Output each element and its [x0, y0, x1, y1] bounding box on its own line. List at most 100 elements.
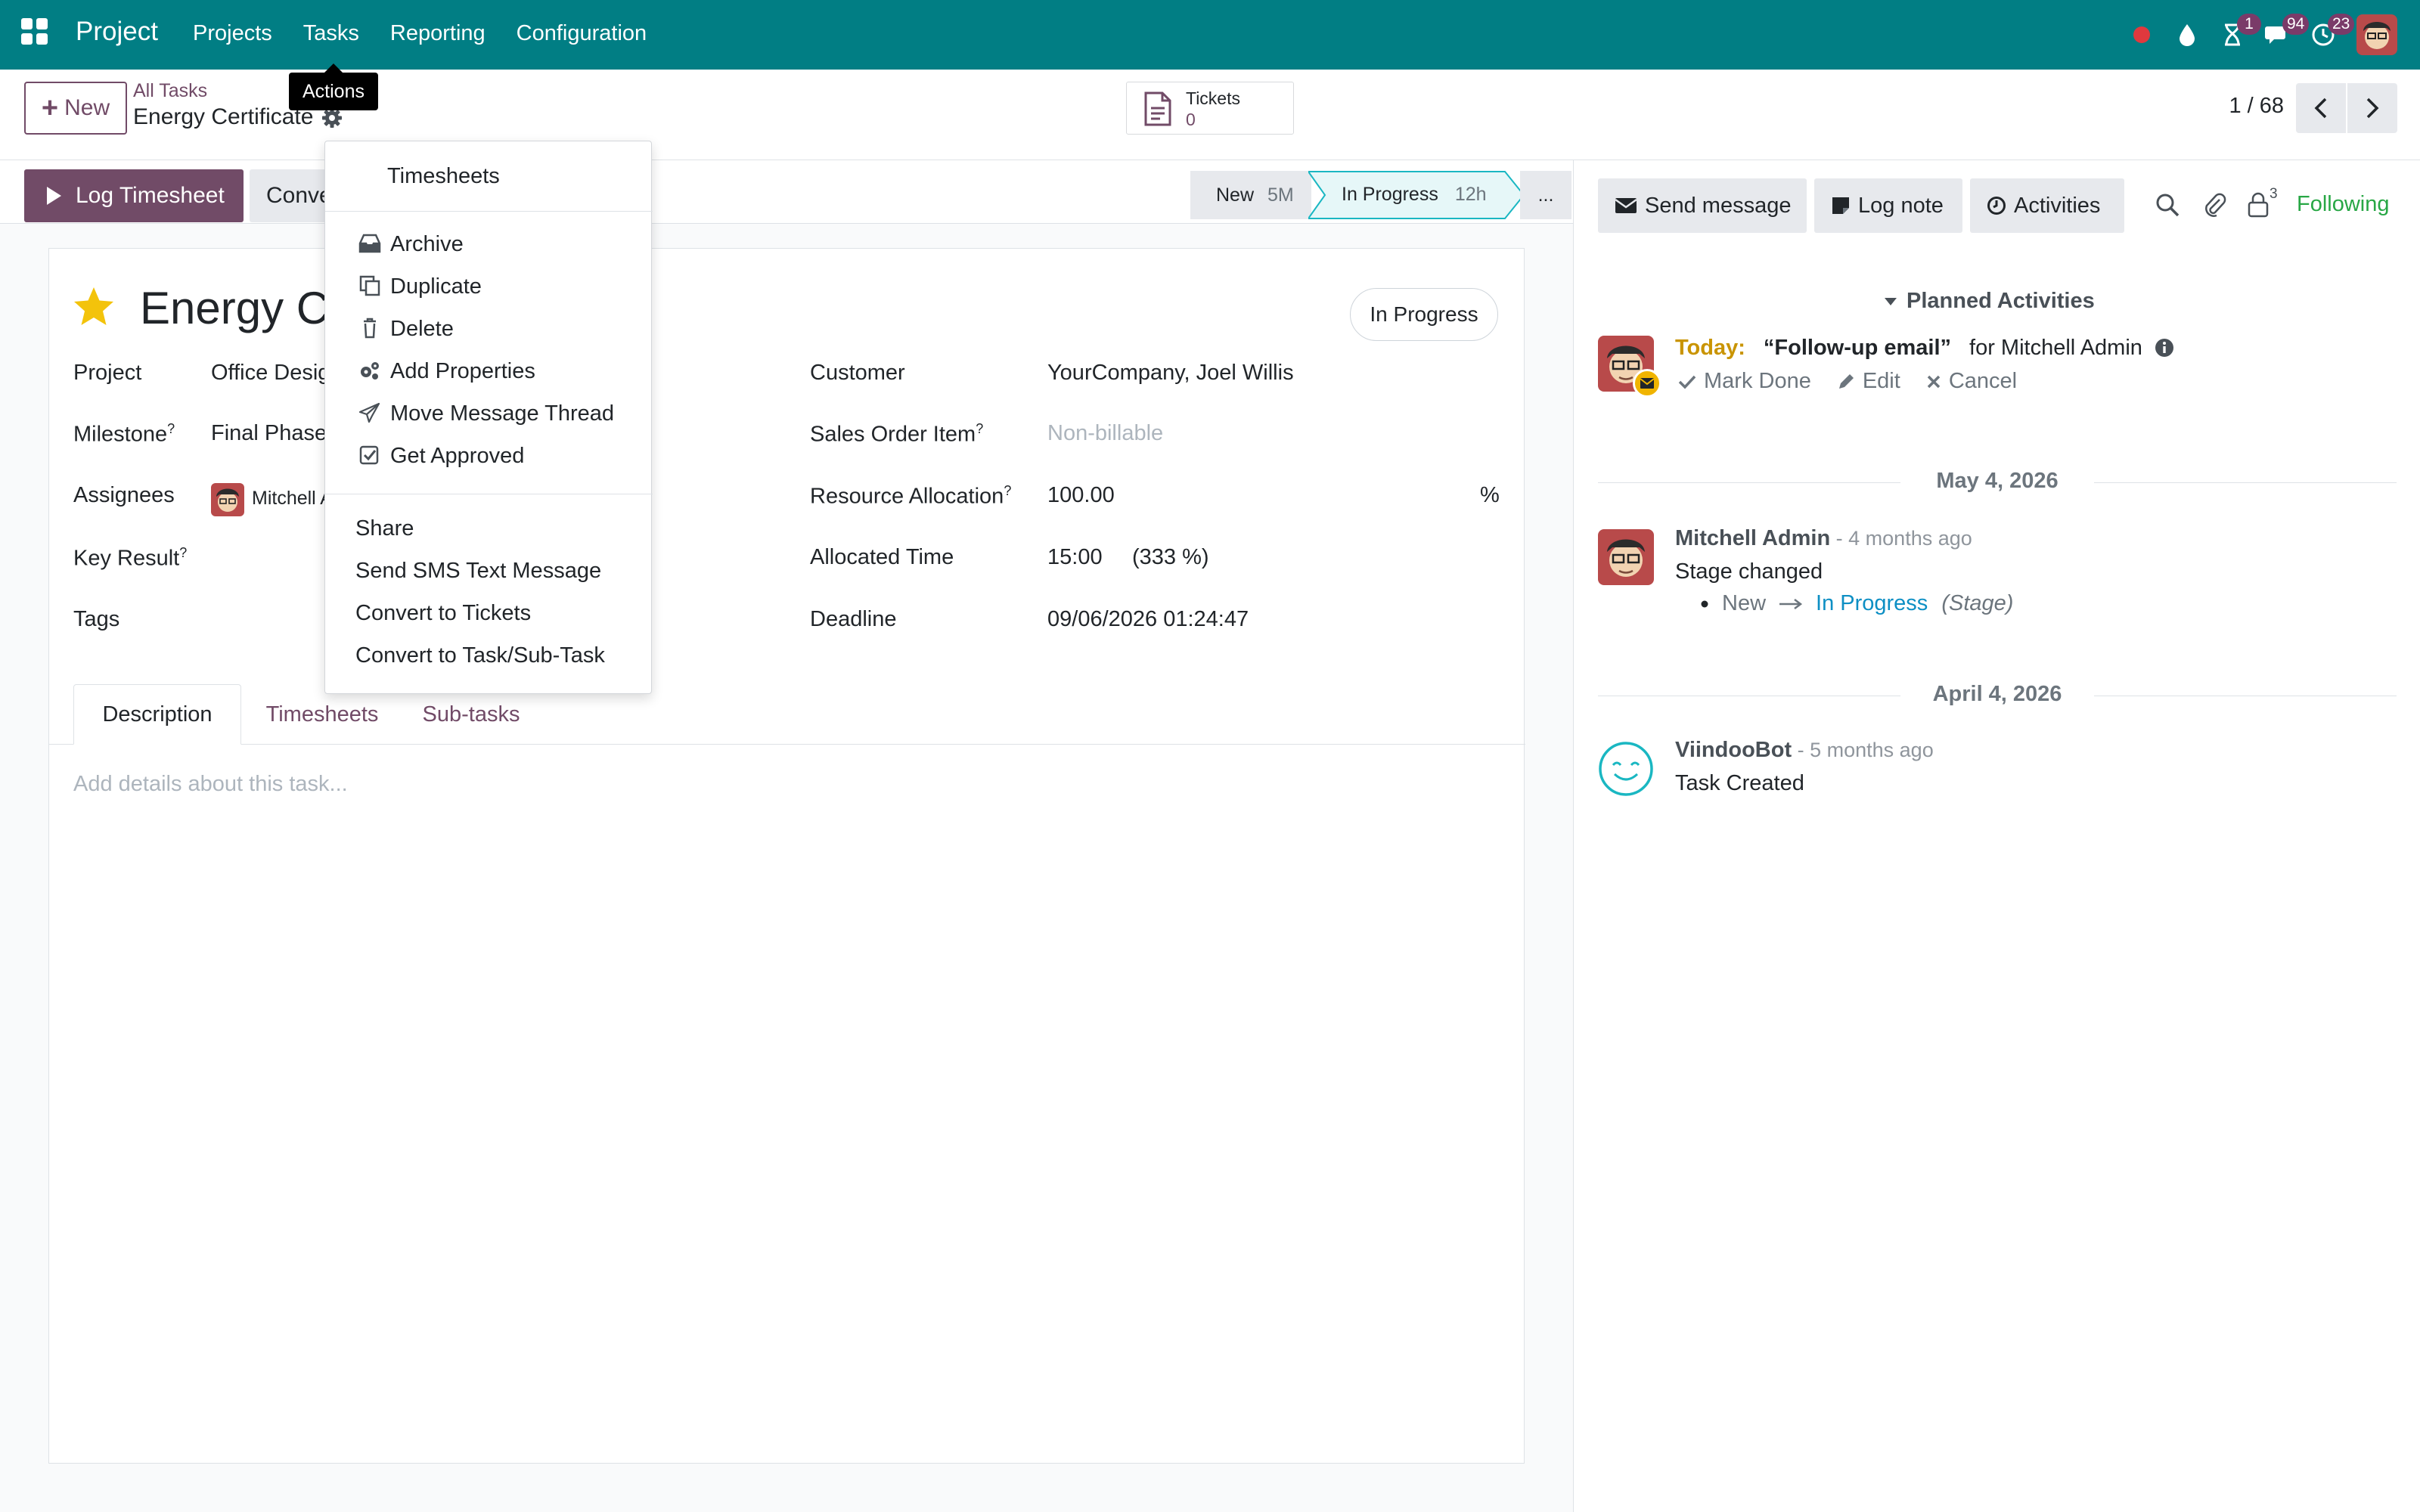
message-author-avatar[interactable] [1598, 529, 1654, 585]
actions-tooltip: Actions [289, 73, 378, 110]
cancel-activity-button[interactable]: Cancel [1926, 369, 2017, 394]
resource-allocation-value[interactable]: 100.00 [1047, 483, 1115, 508]
menu-item-move-message-thread[interactable]: Move Message Thread [325, 392, 653, 433]
menu-item-label: Convert to Task/Sub-Task [355, 643, 605, 668]
planned-activities-toggle[interactable]: Planned Activities [1884, 289, 2095, 314]
menu-item-duplicate[interactable]: Duplicate [325, 265, 653, 306]
log-timesheet-button[interactable]: Log Timesheet [24, 169, 244, 222]
email-activity-icon [1633, 369, 1661, 398]
edit-activity-button[interactable]: Edit [1837, 369, 1900, 394]
help-mark[interactable]: ? [167, 421, 175, 436]
help-mark[interactable]: ? [179, 545, 187, 560]
menu-item-convert-to-tickets[interactable]: Convert to Tickets [325, 592, 653, 633]
tracking-old-value: New [1722, 591, 1767, 615]
allocated-time-label: Allocated Time [810, 545, 954, 569]
following-button[interactable]: Following [2297, 192, 2390, 217]
clock-badge: 23 [2328, 14, 2355, 35]
close-icon [1927, 375, 1941, 388]
breadcrumb-all-tasks[interactable]: All Tasks [133, 80, 207, 102]
pager-next-button[interactable] [2347, 83, 2397, 133]
stage-more-button[interactable]: ... [1520, 171, 1571, 219]
deadline-value[interactable]: 09/06/2026 01:24:47 [1047, 607, 1249, 632]
message-author-name: Mitchell Admin [1675, 526, 1831, 550]
message-author[interactable]: ViindooBot - 5 months ago [1675, 738, 1934, 763]
star-icon[interactable] [72, 285, 116, 329]
stage-new[interactable]: New 5M [1190, 171, 1311, 219]
long-arrow-right-icon [1779, 598, 1803, 609]
menu-reporting[interactable]: Reporting [390, 21, 486, 46]
user-avatar[interactable] [2356, 14, 2397, 55]
message-author-name: ViindooBot [1675, 738, 1792, 762]
project-value[interactable]: Office Design [211, 361, 343, 386]
menu-item-label: Move Message Thread [390, 401, 615, 426]
recording-indicator[interactable] [2119, 12, 2164, 57]
tracking-new-value: In Progress [1816, 591, 1928, 615]
notebook-tabs: Description Timesheets Sub-tasks [49, 684, 1525, 745]
pager-previous-button[interactable] [2296, 83, 2346, 133]
menu-tasks[interactable]: Tasks [303, 21, 359, 46]
description-editor[interactable]: Add details about this task... [73, 772, 348, 797]
menu-projects[interactable]: Projects [193, 21, 272, 46]
caret-down-icon [1885, 297, 1897, 305]
menu-item-send-sms[interactable]: Send SMS Text Message [325, 550, 653, 590]
menu-item-label: Delete [390, 317, 454, 341]
gear-icon[interactable] [321, 107, 343, 129]
record-dot-icon [2133, 26, 2150, 43]
menu-configuration[interactable]: Configuration [517, 21, 647, 46]
menu-item-share[interactable]: Share [325, 507, 653, 548]
clock-tray[interactable]: 23 [2301, 12, 2355, 57]
paperclip-icon[interactable] [2201, 192, 2232, 222]
menu-item-archive[interactable]: Archive [325, 223, 653, 264]
sales-order-item-label: Sales Order Item? [810, 421, 983, 448]
check-square-icon [359, 445, 379, 465]
drop-tray[interactable] [2164, 12, 2210, 57]
menu-item-timesheets[interactable]: Timesheets [325, 155, 653, 196]
activity-summary: “Follow-up email” [1763, 336, 1952, 360]
activity-line: Today: “Follow-up email” for Mitchell Ad… [1675, 336, 2174, 361]
menu-item-get-approved[interactable]: Get Approved [325, 435, 653, 476]
cogs-icon [361, 362, 379, 380]
apps-menu-icon[interactable] [21, 18, 48, 45]
followers-count[interactable]: 3 [2270, 186, 2278, 203]
message-author[interactable]: Mitchell Admin - 4 months ago [1675, 526, 1972, 551]
search-icon[interactable] [2155, 192, 2185, 222]
copy-icon [359, 275, 380, 296]
new-button[interactable]: + New [24, 82, 127, 135]
tracking-value: New In Progress (Stage) [1701, 591, 2013, 616]
send-message-label: Send message [1645, 193, 1792, 218]
key-result-label: Key Result? [73, 545, 187, 572]
menu-item-delete[interactable]: Delete [325, 308, 653, 349]
tags-label: Tags [73, 607, 120, 631]
send-message-button[interactable]: Send message [1598, 178, 1807, 233]
help-mark[interactable]: ? [1004, 483, 1011, 498]
tab-description[interactable]: Description [73, 684, 241, 745]
app-title[interactable]: Project [76, 17, 158, 47]
log-note-button[interactable]: Log note [1814, 178, 1962, 233]
edit-label: Edit [1862, 369, 1900, 393]
assignees-label: Assignees [73, 483, 175, 507]
tickets-smart-button[interactable]: Tickets 0 [1126, 82, 1294, 135]
messages-tray[interactable]: 94 [2255, 12, 2310, 57]
mark-done-button[interactable]: Mark Done [1678, 369, 1811, 394]
menu-item-convert-to-task[interactable]: Convert to Task/Sub-Task [325, 634, 653, 675]
allocated-time-value[interactable]: 15:00 [1047, 545, 1103, 570]
activities-label: Activities [2014, 193, 2101, 218]
stage-in-progress[interactable]: In Progress 12h [1308, 171, 1528, 219]
date-separator-label: April 4, 2026 [1932, 682, 2062, 706]
menu-item-label: Convert to Tickets [355, 601, 532, 625]
activity-actions: Mark Done Edit Cancel [1678, 369, 2017, 394]
sticky-note-icon [1832, 197, 1849, 214]
menu-item-add-properties[interactable]: Add Properties [325, 350, 653, 391]
mark-done-label: Mark Done [1704, 369, 1811, 393]
state-badge[interactable]: In Progress [1350, 288, 1498, 341]
customer-value[interactable]: YourCompany, Joel Willis [1047, 361, 1294, 386]
activities-tray[interactable]: 1 [2210, 12, 2261, 57]
sales-order-item-input[interactable]: Non-billable [1047, 421, 1163, 446]
info-icon[interactable] [2155, 338, 2174, 358]
assignee-avatar [211, 483, 244, 516]
bot-avatar[interactable] [1598, 741, 1654, 797]
pager-value[interactable]: 1 / 68 [2229, 94, 2284, 119]
milestone-value[interactable]: Final Phase [211, 421, 327, 446]
activities-button[interactable]: Activities [1970, 178, 2124, 233]
help-mark[interactable]: ? [976, 421, 983, 436]
